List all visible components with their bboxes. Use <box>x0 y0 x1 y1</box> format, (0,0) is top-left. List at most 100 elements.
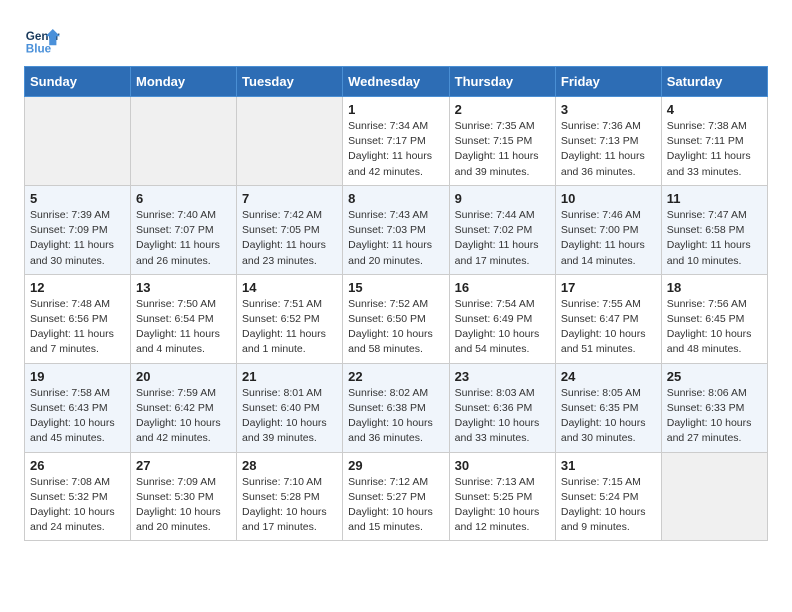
day-number: 1 <box>348 102 444 117</box>
day-info: Sunrise: 7:59 AM Sunset: 6:42 PM Dayligh… <box>136 386 231 447</box>
svg-text:Blue: Blue <box>26 42 52 55</box>
day-info: Sunrise: 7:08 AM Sunset: 5:32 PM Dayligh… <box>30 475 125 536</box>
calendar-day-cell: 1 Sunrise: 7:34 AM Sunset: 7:17 PM Daylig… <box>343 97 450 186</box>
day-info: Sunrise: 7:39 AM Sunset: 7:09 PM Dayligh… <box>30 208 125 269</box>
day-info: Sunrise: 8:06 AM Sunset: 6:33 PM Dayligh… <box>667 386 762 447</box>
day-info: Sunrise: 7:40 AM Sunset: 7:07 PM Dayligh… <box>136 208 231 269</box>
empty-cell <box>131 97 237 186</box>
day-number: 15 <box>348 280 444 295</box>
calendar-day-cell: 27 Sunrise: 7:09 AM Sunset: 5:30 PM Dayli… <box>131 452 237 541</box>
calendar-day-cell: 5 Sunrise: 7:39 AM Sunset: 7:09 PM Daylig… <box>25 185 131 274</box>
calendar-day-cell: 11 Sunrise: 7:47 AM Sunset: 6:58 PM Dayli… <box>661 185 767 274</box>
calendar-week-row: 26Sunrise: 7:08 AM Sunset: 5:32 PM Dayli… <box>25 452 768 541</box>
day-info: Sunrise: 7:43 AM Sunset: 7:03 PM Dayligh… <box>348 208 444 269</box>
logo-icon: General Blue <box>24 20 60 56</box>
day-number: 31 <box>561 458 656 473</box>
day-info: Sunrise: 8:01 AM Sunset: 6:40 PM Dayligh… <box>242 386 337 447</box>
day-number: 24 <box>561 369 656 384</box>
day-info: Sunrise: 7:46 AM Sunset: 7:00 PM Dayligh… <box>561 208 656 269</box>
day-number: 18 <box>667 280 762 295</box>
page-header: General Blue <box>24 20 768 56</box>
day-number: 22 <box>348 369 444 384</box>
day-info: Sunrise: 7:15 AM Sunset: 5:24 PM Dayligh… <box>561 475 656 536</box>
day-info: Sunrise: 7:52 AM Sunset: 6:50 PM Dayligh… <box>348 297 444 358</box>
day-number: 16 <box>455 280 550 295</box>
day-number: 6 <box>136 191 231 206</box>
day-info: Sunrise: 7:09 AM Sunset: 5:30 PM Dayligh… <box>136 475 231 536</box>
calendar-day-cell: 8Sunrise: 7:43 AM Sunset: 7:03 PM Daylig… <box>343 185 450 274</box>
day-info: Sunrise: 7:50 AM Sunset: 6:54 PM Dayligh… <box>136 297 231 358</box>
day-number: 30 <box>455 458 550 473</box>
header-wednesday: Wednesday <box>343 67 450 97</box>
header-monday: Monday <box>131 67 237 97</box>
calendar-header-row: SundayMondayTuesdayWednesdayThursdayFrid… <box>25 67 768 97</box>
day-info: Sunrise: 7:12 AM Sunset: 5:27 PM Dayligh… <box>348 475 444 536</box>
day-info: Sunrise: 7:42 AM Sunset: 7:05 PM Dayligh… <box>242 208 337 269</box>
day-number: 3 <box>561 102 656 117</box>
header-friday: Friday <box>555 67 661 97</box>
day-number: 11 <box>667 191 762 206</box>
day-number: 25 <box>667 369 762 384</box>
calendar-week-row: 19Sunrise: 7:58 AM Sunset: 6:43 PM Dayli… <box>25 363 768 452</box>
day-number: 13 <box>136 280 231 295</box>
day-info: Sunrise: 7:51 AM Sunset: 6:52 PM Dayligh… <box>242 297 337 358</box>
day-info: Sunrise: 7:44 AM Sunset: 7:02 PM Dayligh… <box>455 208 550 269</box>
day-number: 7 <box>242 191 337 206</box>
header-tuesday: Tuesday <box>237 67 343 97</box>
day-info: Sunrise: 7:47 AM Sunset: 6:58 PM Dayligh… <box>667 208 762 269</box>
day-info: Sunrise: 7:10 AM Sunset: 5:28 PM Dayligh… <box>242 475 337 536</box>
day-number: 23 <box>455 369 550 384</box>
calendar-day-cell: 24 Sunrise: 8:05 AM Sunset: 6:35 PM Dayli… <box>555 363 661 452</box>
calendar-day-cell: 10 Sunrise: 7:46 AM Sunset: 7:00 PM Dayli… <box>555 185 661 274</box>
day-info: Sunrise: 7:56 AM Sunset: 6:45 PM Dayligh… <box>667 297 762 358</box>
day-number: 29 <box>348 458 444 473</box>
day-number: 9 <box>455 191 550 206</box>
calendar-day-cell: 26Sunrise: 7:08 AM Sunset: 5:32 PM Dayli… <box>25 452 131 541</box>
calendar-day-cell: 29 Sunrise: 7:12 AM Sunset: 5:27 PM Dayli… <box>343 452 450 541</box>
day-info: Sunrise: 7:35 AM Sunset: 7:15 PM Dayligh… <box>455 119 550 180</box>
day-number: 10 <box>561 191 656 206</box>
calendar-day-cell: 23 Sunrise: 8:03 AM Sunset: 6:36 PM Dayli… <box>449 363 555 452</box>
day-info: Sunrise: 7:54 AM Sunset: 6:49 PM Dayligh… <box>455 297 550 358</box>
header-saturday: Saturday <box>661 67 767 97</box>
day-number: 14 <box>242 280 337 295</box>
calendar-day-cell: 13 Sunrise: 7:50 AM Sunset: 6:54 PM Dayli… <box>131 274 237 363</box>
calendar-day-cell: 30 Sunrise: 7:13 AM Sunset: 5:25 PM Dayli… <box>449 452 555 541</box>
day-number: 21 <box>242 369 337 384</box>
day-info: Sunrise: 7:13 AM Sunset: 5:25 PM Dayligh… <box>455 475 550 536</box>
calendar-day-cell: 7 Sunrise: 7:42 AM Sunset: 7:05 PM Daylig… <box>237 185 343 274</box>
calendar-day-cell: 28 Sunrise: 7:10 AM Sunset: 5:28 PM Dayli… <box>237 452 343 541</box>
day-number: 12 <box>30 280 125 295</box>
calendar-day-cell: 19Sunrise: 7:58 AM Sunset: 6:43 PM Dayli… <box>25 363 131 452</box>
calendar-day-cell: 6 Sunrise: 7:40 AM Sunset: 7:07 PM Daylig… <box>131 185 237 274</box>
calendar-day-cell: 21 Sunrise: 8:01 AM Sunset: 6:40 PM Dayli… <box>237 363 343 452</box>
day-number: 19 <box>30 369 125 384</box>
day-info: Sunrise: 7:55 AM Sunset: 6:47 PM Dayligh… <box>561 297 656 358</box>
day-info: Sunrise: 8:03 AM Sunset: 6:36 PM Dayligh… <box>455 386 550 447</box>
empty-cell <box>25 97 131 186</box>
calendar-day-cell: 25 Sunrise: 8:06 AM Sunset: 6:33 PM Dayli… <box>661 363 767 452</box>
calendar-week-row: 5 Sunrise: 7:39 AM Sunset: 7:09 PM Daylig… <box>25 185 768 274</box>
calendar-day-cell: 2Sunrise: 7:35 AM Sunset: 7:15 PM Daylig… <box>449 97 555 186</box>
calendar-day-cell: 4 Sunrise: 7:38 AM Sunset: 7:11 PM Daylig… <box>661 97 767 186</box>
day-info: Sunrise: 7:38 AM Sunset: 7:11 PM Dayligh… <box>667 119 762 180</box>
logo: General Blue <box>24 20 64 56</box>
day-number: 5 <box>30 191 125 206</box>
calendar-day-cell: 17 Sunrise: 7:55 AM Sunset: 6:47 PM Dayli… <box>555 274 661 363</box>
header-sunday: Sunday <box>25 67 131 97</box>
calendar-table: SundayMondayTuesdayWednesdayThursdayFrid… <box>24 66 768 541</box>
day-info: Sunrise: 8:05 AM Sunset: 6:35 PM Dayligh… <box>561 386 656 447</box>
calendar-day-cell: 14 Sunrise: 7:51 AM Sunset: 6:52 PM Dayli… <box>237 274 343 363</box>
empty-cell <box>237 97 343 186</box>
day-number: 4 <box>667 102 762 117</box>
day-info: Sunrise: 8:02 AM Sunset: 6:38 PM Dayligh… <box>348 386 444 447</box>
day-number: 27 <box>136 458 231 473</box>
day-number: 28 <box>242 458 337 473</box>
day-info: Sunrise: 7:48 AM Sunset: 6:56 PM Dayligh… <box>30 297 125 358</box>
day-number: 17 <box>561 280 656 295</box>
empty-cell <box>661 452 767 541</box>
calendar-day-cell: 18 Sunrise: 7:56 AM Sunset: 6:45 PM Dayli… <box>661 274 767 363</box>
day-info: Sunrise: 7:34 AM Sunset: 7:17 PM Dayligh… <box>348 119 444 180</box>
day-info: Sunrise: 7:36 AM Sunset: 7:13 PM Dayligh… <box>561 119 656 180</box>
calendar-day-cell: 15 Sunrise: 7:52 AM Sunset: 6:50 PM Dayli… <box>343 274 450 363</box>
